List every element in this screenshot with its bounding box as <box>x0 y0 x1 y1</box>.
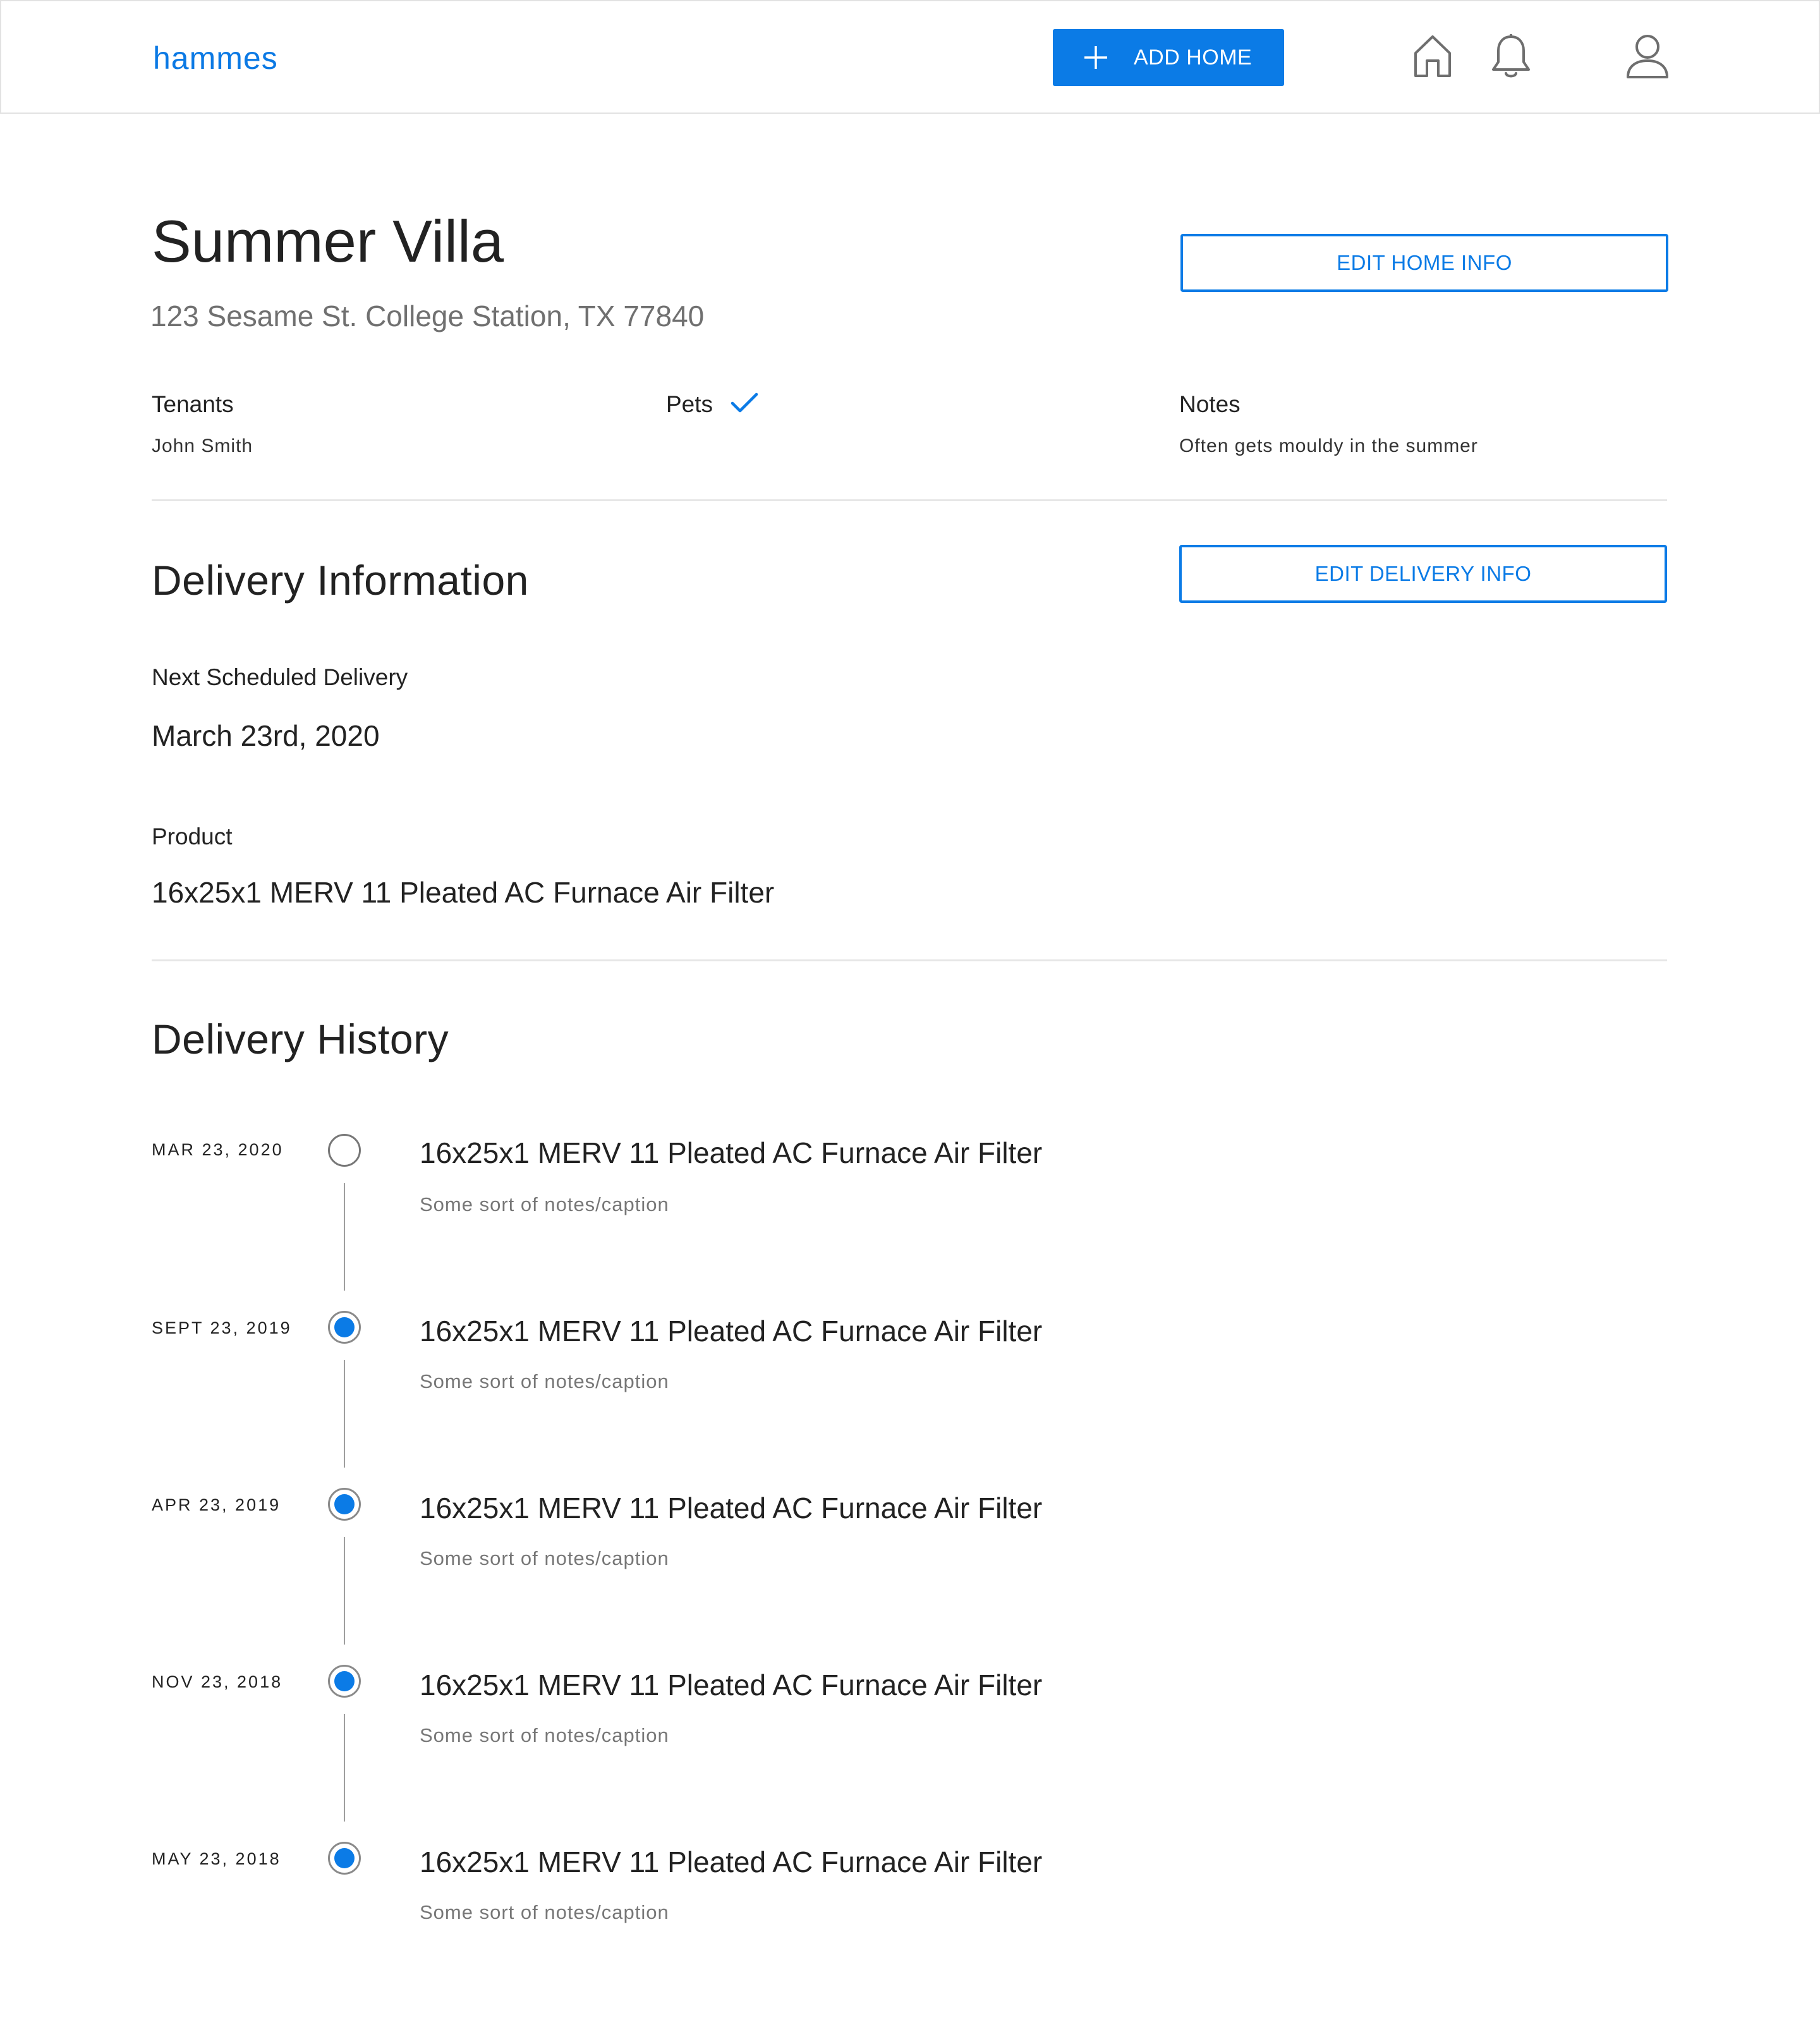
edit-delivery-info-button[interactable]: EDIT DELIVERY INFO <box>1179 545 1667 603</box>
timeline-item-note: Some sort of notes/caption <box>420 1724 669 1746</box>
timeline-connector <box>344 1183 345 1291</box>
timeline-date: MAY 23, 2018 <box>152 1849 281 1868</box>
timeline-item-title: 16x25x1 MERV 11 Pleated AC Furnace Air F… <box>420 1669 1043 1701</box>
timeline-connector <box>344 1360 345 1468</box>
timeline-item-title: 16x25x1 MERV 11 Pleated AC Furnace Air F… <box>420 1846 1043 1878</box>
tenants-label: Tenants <box>152 391 234 417</box>
timeline-date: NOV 23, 2018 <box>152 1672 283 1691</box>
bell-icon[interactable] <box>1490 33 1532 80</box>
home-icon[interactable] <box>1413 34 1452 78</box>
user-icon[interactable] <box>1625 33 1670 80</box>
timeline-dot-delivered <box>328 1665 361 1698</box>
add-home-button[interactable]: ADD HOME <box>1053 29 1284 86</box>
tenants-value: John Smith <box>152 435 253 456</box>
timeline-item-note: Some sort of notes/caption <box>420 1901 669 1923</box>
page-title: Summer Villa <box>152 208 504 274</box>
timeline-item-title: 16x25x1 MERV 11 Pleated AC Furnace Air F… <box>420 1315 1043 1347</box>
home-address: 123 Sesame St. College Station, TX 77840 <box>150 300 705 332</box>
section-divider <box>152 499 1667 501</box>
timeline-dot-delivered <box>328 1842 361 1875</box>
notes-value: Often gets mouldy in the summer <box>1179 435 1478 456</box>
add-home-label: ADD HOME <box>1134 46 1253 70</box>
plus-icon <box>1084 46 1107 69</box>
next-delivery-value: March 23rd, 2020 <box>152 719 380 752</box>
edit-home-info-button[interactable]: EDIT HOME INFO <box>1180 234 1668 292</box>
timeline-date: APR 23, 2019 <box>152 1495 281 1514</box>
timeline-connector <box>344 1537 345 1645</box>
delivery-history-title: Delivery History <box>152 1016 449 1062</box>
section-divider <box>152 959 1667 961</box>
timeline-connector <box>344 1714 345 1822</box>
timeline-dot-delivered <box>328 1311 361 1344</box>
timeline-dot-delivered <box>328 1488 361 1521</box>
brand-logo[interactable]: hammes <box>153 39 278 77</box>
product-label: Product <box>152 824 233 849</box>
timeline-item-note: Some sort of notes/caption <box>420 1547 669 1569</box>
timeline-dot-upcoming <box>328 1134 361 1167</box>
timeline-item-note: Some sort of notes/caption <box>420 1193 669 1215</box>
timeline-item-title: 16x25x1 MERV 11 Pleated AC Furnace Air F… <box>420 1136 1043 1169</box>
timeline-date: SEPT 23, 2019 <box>152 1318 292 1337</box>
timeline-item-note: Some sort of notes/caption <box>420 1370 669 1392</box>
next-delivery-label: Next Scheduled Delivery <box>152 664 408 690</box>
pets-label: Pets <box>666 391 713 417</box>
timeline-item-title: 16x25x1 MERV 11 Pleated AC Furnace Air F… <box>420 1492 1043 1524</box>
top-bar: hammes ADD HOME <box>0 0 1820 114</box>
check-icon <box>731 392 758 413</box>
timeline-date: MAR 23, 2020 <box>152 1140 284 1159</box>
product-value: 16x25x1 MERV 11 Pleated AC Furnace Air F… <box>152 876 775 909</box>
delivery-information-title: Delivery Information <box>152 557 529 604</box>
notes-label: Notes <box>1179 391 1241 417</box>
